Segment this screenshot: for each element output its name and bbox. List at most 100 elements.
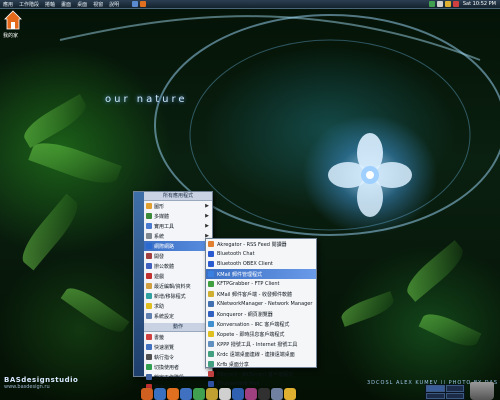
- panel-menu-scroll[interactable]: 捲軸: [42, 1, 58, 8]
- home-dock-icon[interactable]: [141, 388, 153, 400]
- mail-dock-icon[interactable]: [180, 388, 192, 400]
- menu-item-krdc[interactable]: Krdc 遠端桌面連線 - 連接遠端桌面: [206, 349, 316, 359]
- krdc-icon: [208, 351, 214, 357]
- menu-item-ktorrent[interactable]: KTorrent - BitTorrent 客戶端程式: [206, 369, 316, 379]
- menu-item-office[interactable]: 辦公軟體▶: [144, 261, 212, 271]
- menu-item-konqueror[interactable]: Konqueror - 網頁瀏覽器: [206, 309, 316, 319]
- internet-icon: [146, 243, 152, 249]
- internet-submenu: Akregator - RSS Feed 閱讀器 Bluetooth Chat Bl…: [205, 238, 317, 387]
- music-dock-icon[interactable]: [206, 388, 218, 400]
- menu-item-graphics[interactable]: 圖形 ▶: [144, 201, 212, 211]
- menu-item-kmail[interactable]: KMail 郵件客戶端 - 收發郵件軟體: [206, 289, 316, 299]
- chat-dock-icon[interactable]: [193, 388, 205, 400]
- menu-item-quick-browser[interactable]: 快速瀏覽▶: [144, 342, 212, 352]
- battery-icon[interactable]: [444, 1, 451, 7]
- menu-item-ftp[interactable]: KFTPGrabber - FTP Client: [206, 279, 316, 289]
- menu-item-browser[interactable]: KMail 郵件管理程式: [206, 269, 316, 279]
- panel-menu-window[interactable]: 視窗: [90, 1, 106, 8]
- pager-desktop-3[interactable]: [426, 392, 445, 399]
- menu-item-bluetooth[interactable]: Bluetooth Chat: [206, 249, 316, 259]
- kppp-icon: [208, 341, 214, 347]
- menu-item-switch-user[interactable]: 切換使用者▶: [144, 362, 212, 372]
- submenu-arrow-icon: ▶: [205, 213, 209, 219]
- menu-item-label: KMail 郵件客戶端 - 收發郵件軟體: [217, 291, 293, 298]
- pager-desktop-1[interactable]: [426, 385, 445, 392]
- menu-item-krfb[interactable]: Krfb 桌面分享: [206, 359, 316, 369]
- menu-item-recent[interactable]: 最近編輯/資料夾▶: [144, 281, 212, 291]
- menu-item-label: 快速瀏覽: [154, 344, 175, 351]
- menu-item-kppp[interactable]: KPPP 撥號工具 - Internet 撥號工具: [206, 339, 316, 349]
- akregator-icon: [208, 241, 214, 247]
- menu-item-run[interactable]: 執行指令: [144, 352, 212, 362]
- panel-menu-help[interactable]: 說明: [106, 1, 122, 8]
- menu-item-label: KNetworkManager - Network Manager: [217, 301, 313, 307]
- multimedia-icon: [146, 213, 152, 219]
- menu-item-label: 執行指令: [154, 354, 175, 361]
- volume-icon[interactable]: [436, 1, 443, 7]
- menu-item-label: Krdc 遠端桌面連線 - 連接遠端桌面: [217, 351, 295, 358]
- bottom-dock: [137, 380, 362, 400]
- menu-item-internet[interactable]: 網際網路▶: [144, 241, 212, 251]
- panel-clock[interactable]: Sat 10:52 PM: [461, 1, 498, 7]
- settings-dock-icon[interactable]: [271, 388, 283, 400]
- menu-item-label: KTorrent - BitTorrent 客戶端程式: [217, 371, 294, 378]
- menu-item-network[interactable]: KNetworkManager - Network Manager: [206, 299, 316, 309]
- update-icon[interactable]: [452, 1, 459, 7]
- menu-item-utilities[interactable]: 實用工具 ▶: [144, 221, 212, 231]
- menu-item-add-remove[interactable]: 新增/移除程式: [144, 291, 212, 301]
- menu-item-kopete[interactable]: Kopete - 即時訊息客戶端程式: [206, 329, 316, 339]
- pager-desktop-4[interactable]: [445, 392, 464, 399]
- help-icon: [146, 303, 152, 309]
- menu-item-label: 求助: [154, 303, 165, 310]
- menu-item-multimedia[interactable]: 多媒體 ▶: [144, 211, 212, 221]
- panel-menu-session[interactable]: 工作階段: [16, 1, 42, 8]
- ktorrent-icon: [208, 371, 214, 377]
- taskbar-window-icon[interactable]: [140, 1, 147, 7]
- browser-icon: [208, 271, 214, 277]
- menu-item-bookmarks[interactable]: 書籤▶: [144, 332, 212, 342]
- menu-item-system[interactable]: 系統 ▶: [144, 231, 212, 241]
- home-folder-icon[interactable]: [4, 10, 22, 32]
- menu-item-games[interactable]: 遊戲▶: [144, 271, 212, 281]
- menu-section-all-apps: 所有應用程式: [144, 192, 212, 201]
- submenu-arrow-icon: ▶: [205, 223, 209, 229]
- menu-item-settings[interactable]: 系統設定: [144, 311, 212, 321]
- menu-item-label: 開發: [154, 253, 165, 260]
- trash-icon[interactable]: [470, 382, 494, 400]
- network-icon[interactable]: [428, 1, 435, 7]
- menu-item-development[interactable]: 開發▶: [144, 251, 212, 261]
- studio-brand: BASdesignstudio www.basdesign.ru: [4, 376, 78, 390]
- pager-desktop-2[interactable]: [445, 385, 464, 392]
- krfb-icon: [208, 361, 214, 367]
- menu-item-irc[interactable]: Konversation - IRC 客戶端程式: [206, 319, 316, 329]
- studio-url: www.basdesign.ru: [4, 384, 50, 390]
- menu-item-help[interactable]: 求助: [144, 301, 212, 311]
- panel-menu-view[interactable]: 畫面: [58, 1, 74, 8]
- menu-item-bluetooth-obex[interactable]: Bluetooth OBEX Client: [206, 259, 316, 269]
- menu-item-label: Bluetooth Chat: [217, 251, 255, 257]
- menu-item-label: 書籤: [154, 334, 165, 341]
- video-dock-icon[interactable]: [219, 388, 231, 400]
- menu-item-label: 新增/移除程式: [154, 293, 186, 300]
- office-icon: [146, 263, 152, 269]
- firefox-dock-icon[interactable]: [167, 388, 179, 400]
- office-dock-icon[interactable]: [232, 388, 244, 400]
- konqueror-icon: [208, 311, 214, 317]
- menu-item-label: 實用工具: [154, 223, 175, 230]
- menu-item-akregator[interactable]: Akregator - RSS Feed 閱讀器: [206, 239, 316, 249]
- panel-menu-applications[interactable]: 應用: [0, 1, 16, 8]
- desktop-pager: [425, 384, 465, 400]
- files-dock-icon[interactable]: [154, 388, 166, 400]
- taskbar-window-icon[interactable]: [132, 1, 139, 7]
- panel-menu-desktop[interactable]: 桌面: [74, 1, 90, 8]
- search-dock-icon[interactable]: [284, 388, 296, 400]
- system-tray: Sat 10:52 PM: [428, 1, 498, 7]
- games-icon: [146, 273, 152, 279]
- kopete-icon: [208, 331, 214, 337]
- image-dock-icon[interactable]: [245, 388, 257, 400]
- menu-item-label: 系統設定: [154, 313, 175, 320]
- studio-name: BASdesignstudio: [4, 376, 79, 384]
- menu-item-label: 切換使用者: [154, 364, 180, 371]
- terminal-dock-icon[interactable]: [258, 388, 270, 400]
- application-menu: 所有應用程式 圖形▶多媒體▶實用工具▶系統▶網際網路▶開發▶辦公軟體▶遊戲▶最近…: [133, 191, 213, 391]
